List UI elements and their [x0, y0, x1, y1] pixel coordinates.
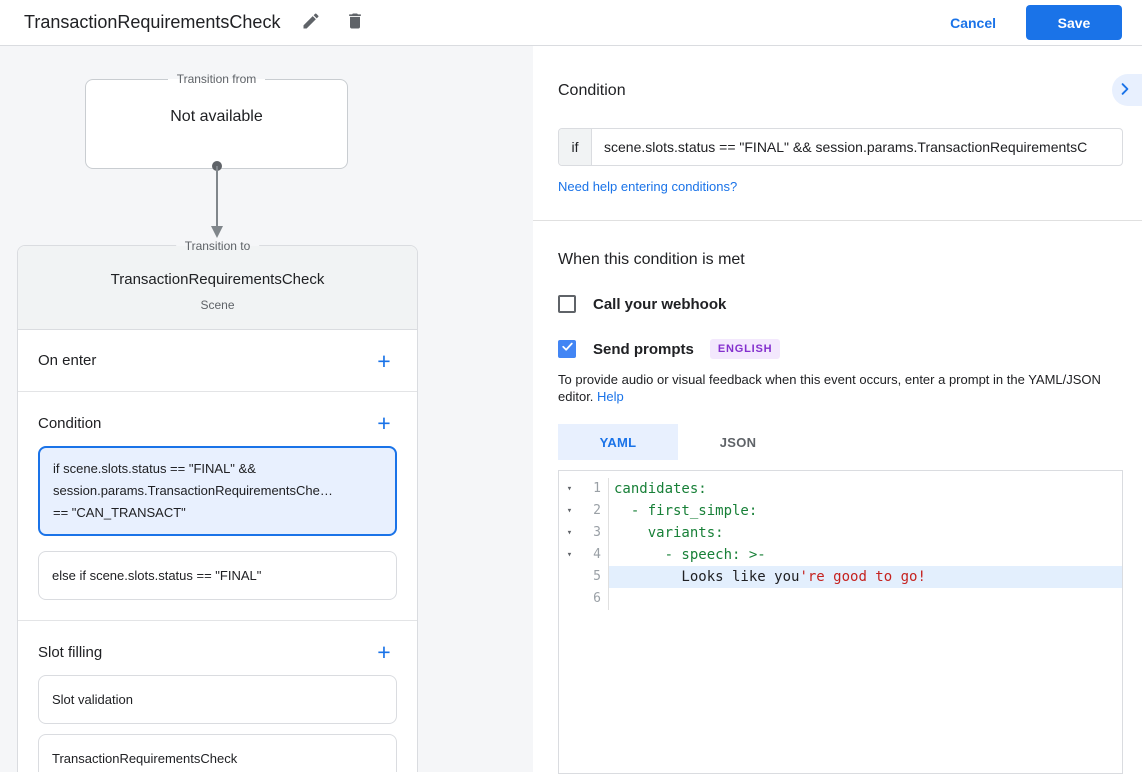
language-badge: ENGLISH: [710, 339, 781, 359]
fold-arrow-icon[interactable]: [559, 588, 580, 610]
editor-format-tabs: YAML JSON: [558, 424, 1142, 460]
fold-arrow-icon[interactable]: ▾: [559, 544, 580, 566]
condition-line: else if scene.slots.status == "FINAL": [52, 568, 383, 583]
scene-card-subtitle: Scene: [34, 298, 401, 312]
if-prefix-label: if: [559, 129, 592, 165]
condition-editor-panel: Condition if scene.slots.status == "FINA…: [533, 46, 1142, 772]
yaml-code-editor[interactable]: ▾1 candidates: ▾2 - first_simple: ▾3 var…: [558, 470, 1123, 774]
code-line: 5 Looks like you're good to go!: [559, 566, 1122, 588]
condition-card-else[interactable]: else if scene.slots.status == "FINAL": [38, 551, 397, 600]
slot-card-validation[interactable]: Slot validation: [38, 675, 397, 724]
add-on-enter-button[interactable]: +: [371, 348, 397, 374]
line-number: 2: [580, 500, 608, 522]
code-line: 6: [559, 588, 1122, 610]
trash-icon: [345, 11, 365, 34]
cancel-button[interactable]: Cancel: [936, 7, 1010, 39]
fold-arrow-icon[interactable]: ▾: [559, 500, 580, 522]
condition-expression-field: if scene.slots.status == "FINAL" && sess…: [558, 128, 1123, 166]
checkmark-icon: [561, 340, 574, 358]
scene-card-header[interactable]: TransactionRequirementsCheck Scene: [18, 246, 417, 330]
chevron-right-icon: [1117, 81, 1133, 100]
tab-yaml[interactable]: YAML: [558, 424, 678, 460]
add-slot-button[interactable]: +: [371, 639, 397, 665]
line-number: 4: [580, 544, 608, 566]
scene-card-title: TransactionRequirementsCheck: [34, 271, 401, 288]
code-content-highlighted[interactable]: Looks like you're good to go!: [609, 566, 1122, 588]
scene-graph-panel: Transition from Not available Transition…: [0, 46, 533, 772]
condition-line: if scene.slots.status == "FINAL" &&: [53, 458, 382, 480]
send-prompts-checkbox[interactable]: [558, 340, 576, 358]
save-button[interactable]: Save: [1026, 5, 1122, 40]
condition-line: session.params.TransactionRequirementsCh…: [53, 480, 382, 502]
condition-expression-input[interactable]: scene.slots.status == "FINAL" && session…: [592, 129, 1122, 165]
line-number: 5: [580, 566, 608, 588]
condition-section: Condition + if scene.slots.status == "FI…: [18, 392, 417, 621]
help-link[interactable]: Help: [597, 389, 624, 404]
fold-arrow-icon[interactable]: ▾: [559, 522, 580, 544]
code-line: ▾4 - speech: >-: [559, 544, 1122, 566]
on-enter-label: On enter: [38, 352, 96, 369]
when-condition-heading: When this condition is met: [558, 251, 1142, 269]
slot-filling-label: Slot filling: [38, 644, 102, 661]
line-number: 1: [580, 478, 608, 500]
webhook-row: Call your webhook: [558, 295, 1142, 313]
transition-arrow: [205, 160, 229, 242]
transition-from-value: Not available: [86, 108, 347, 126]
page-title: TransactionRequirementsCheck: [24, 12, 280, 33]
code-content[interactable]: candidates:: [609, 478, 1122, 500]
header-bar: TransactionRequirementsCheck Cancel Save: [0, 0, 1142, 46]
feedback-text-body: To provide audio or visual feedback when…: [558, 372, 1101, 404]
edit-scene-button[interactable]: [298, 10, 324, 36]
collapse-panel-button[interactable]: [1112, 74, 1142, 106]
line-number: 3: [580, 522, 608, 544]
code-content[interactable]: variants:: [609, 522, 1122, 544]
conditions-help-link[interactable]: Need help entering conditions?: [558, 179, 737, 194]
code-line: ▾3 variants:: [559, 522, 1122, 544]
call-webhook-checkbox[interactable]: [558, 295, 576, 313]
code-content[interactable]: - speech: >-: [609, 544, 1122, 566]
code-line: ▾2 - first_simple:: [559, 500, 1122, 522]
send-prompts-row: Send prompts ENGLISH: [558, 339, 1142, 359]
send-prompts-label: Send prompts: [593, 341, 694, 358]
transition-to-legend: Transition to: [176, 239, 260, 253]
transition-to-card: Transition to TransactionRequirementsChe…: [17, 245, 418, 772]
feedback-helper-text: To provide audio or visual feedback when…: [558, 371, 1133, 405]
pencil-icon: [301, 11, 321, 34]
condition-card-selected[interactable]: if scene.slots.status == "FINAL" && sess…: [38, 446, 397, 536]
section-divider: [533, 220, 1142, 221]
fold-arrow-icon[interactable]: ▾: [559, 478, 580, 500]
code-content[interactable]: [609, 588, 1122, 610]
add-condition-button[interactable]: +: [371, 410, 397, 436]
transition-from-legend: Transition from: [168, 72, 266, 86]
call-webhook-label: Call your webhook: [593, 296, 726, 313]
code-line: ▾1 candidates:: [559, 478, 1122, 500]
line-number: 6: [580, 588, 608, 610]
condition-section-label: Condition: [38, 415, 101, 432]
delete-scene-button[interactable]: [342, 10, 368, 36]
tab-json[interactable]: JSON: [678, 424, 798, 460]
condition-line: == "CAN_TRANSACT": [53, 502, 382, 524]
code-content[interactable]: - first_simple:: [609, 500, 1122, 522]
slot-card-transaction[interactable]: TransactionRequirementsCheck: [38, 734, 397, 772]
transition-from-box: Transition from Not available: [85, 72, 348, 169]
on-enter-section: On enter +: [18, 330, 417, 392]
fold-arrow-icon[interactable]: [559, 566, 580, 588]
condition-heading: Condition: [558, 82, 1142, 100]
slot-filling-section: Slot filling + Slot validation Transacti…: [18, 621, 417, 772]
